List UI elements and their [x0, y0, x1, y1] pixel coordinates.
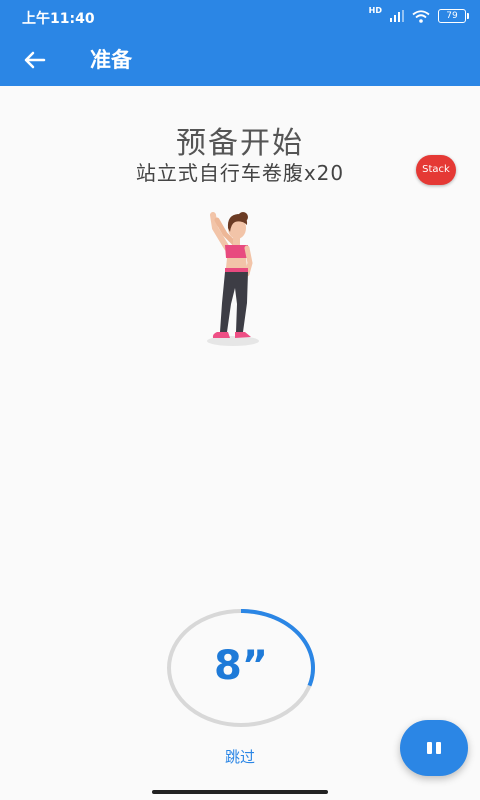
status-bar: 上午11:40 HD 79	[0, 0, 480, 34]
stack-badge[interactable]: Stack	[416, 155, 456, 185]
network-hd-label: HD	[368, 6, 382, 15]
gesture-nav-bar	[152, 790, 328, 794]
battery-indicator: 79	[438, 9, 469, 23]
countdown-value: 8”	[213, 643, 269, 689]
pause-button[interactable]	[400, 720, 468, 776]
toolbar: 准备	[0, 34, 480, 86]
wifi-icon	[412, 9, 430, 23]
arrow-left-icon[interactable]	[20, 46, 48, 74]
status-time: 上午11:40	[22, 11, 95, 27]
page-title: 准备	[90, 48, 132, 72]
exercise-name: 站立式自行车卷腹x20	[135, 161, 345, 185]
app-bar: 上午11:40 HD 79 准备	[0, 0, 480, 86]
exercise-illustration	[207, 212, 259, 346]
pause-icon	[427, 742, 441, 754]
signal-icon	[390, 10, 404, 22]
countdown-timer: 8”	[166, 608, 316, 728]
status-icons: HD 79	[368, 6, 469, 23]
ready-heading: 预备开始	[176, 126, 304, 161]
